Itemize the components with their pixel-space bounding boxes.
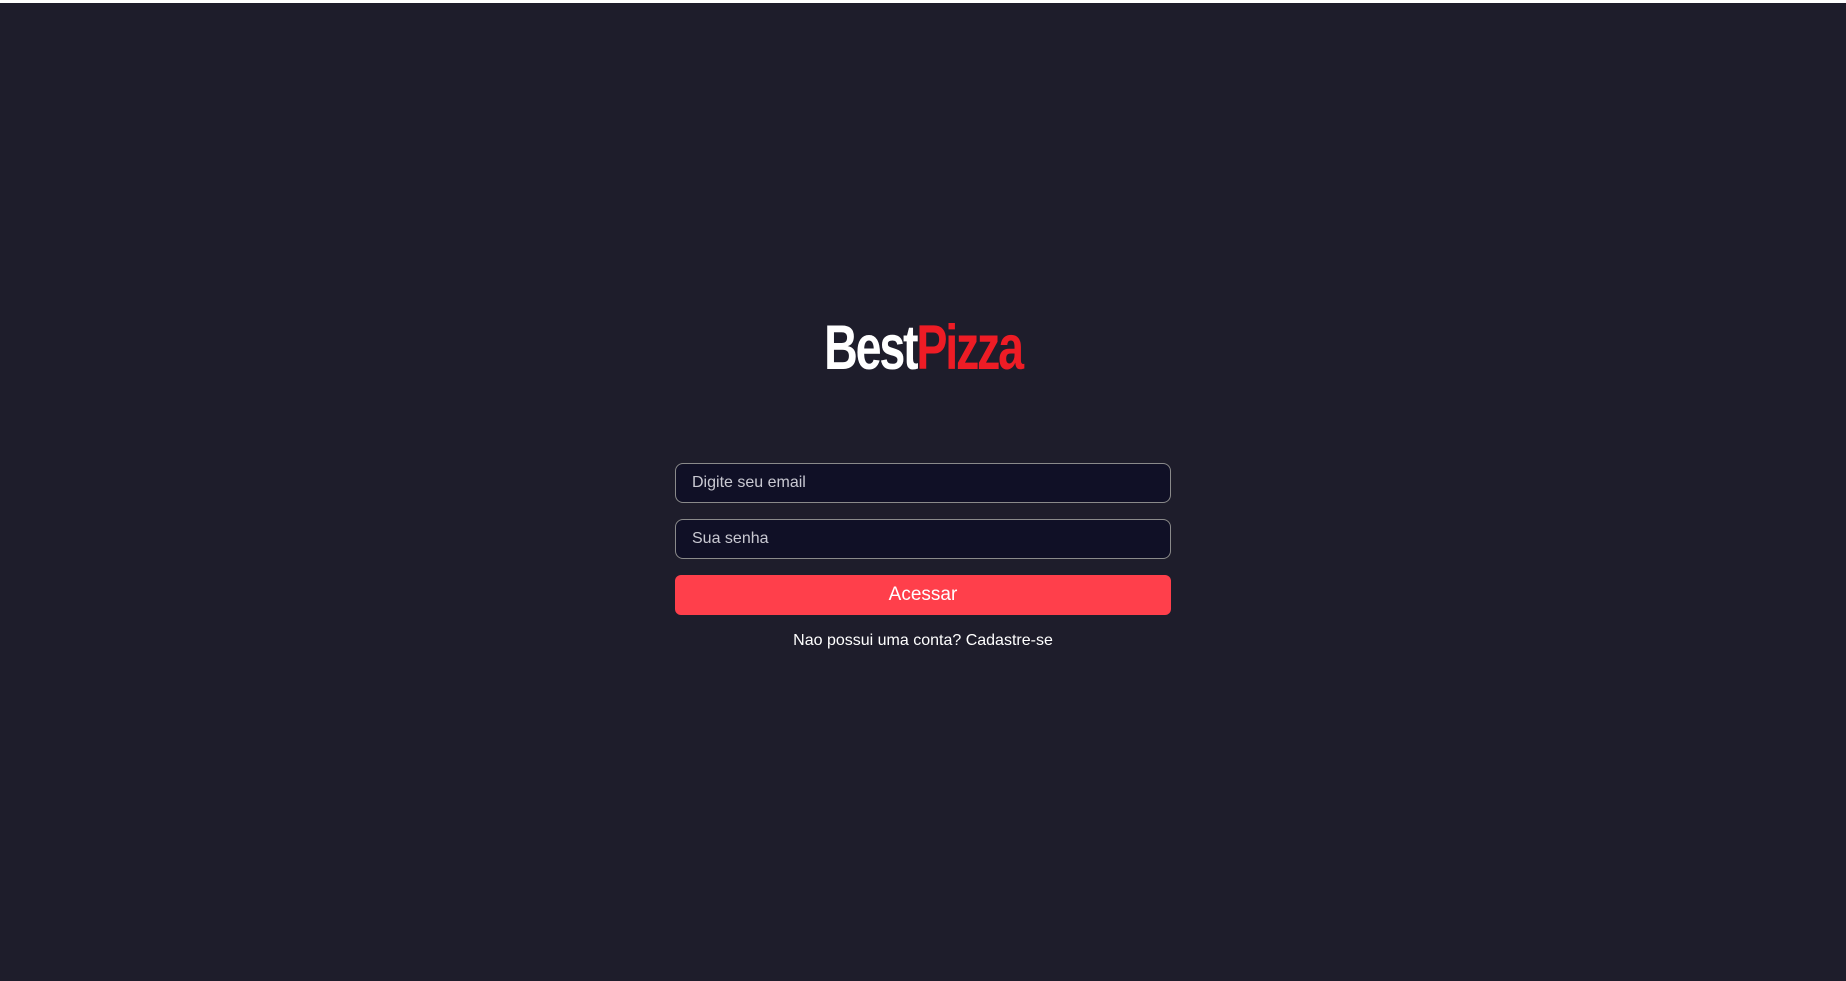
brand-logo: BestPizza	[739, 317, 1106, 380]
logo-text-pizza: Pizza	[916, 313, 1024, 383]
login-container: BestPizza Acessar Nao possui uma conta? …	[675, 317, 1171, 651]
signup-link[interactable]: Nao possui uma conta? Cadastre-se	[675, 631, 1171, 651]
email-input[interactable]	[675, 463, 1171, 503]
logo-text-best: Best	[824, 313, 918, 383]
login-page: BestPizza Acessar Nao possui uma conta? …	[0, 3, 1846, 981]
login-form: Acessar Nao possui uma conta? Cadastre-s…	[675, 463, 1171, 651]
password-input[interactable]	[675, 519, 1171, 559]
login-button[interactable]: Acessar	[675, 575, 1171, 615]
